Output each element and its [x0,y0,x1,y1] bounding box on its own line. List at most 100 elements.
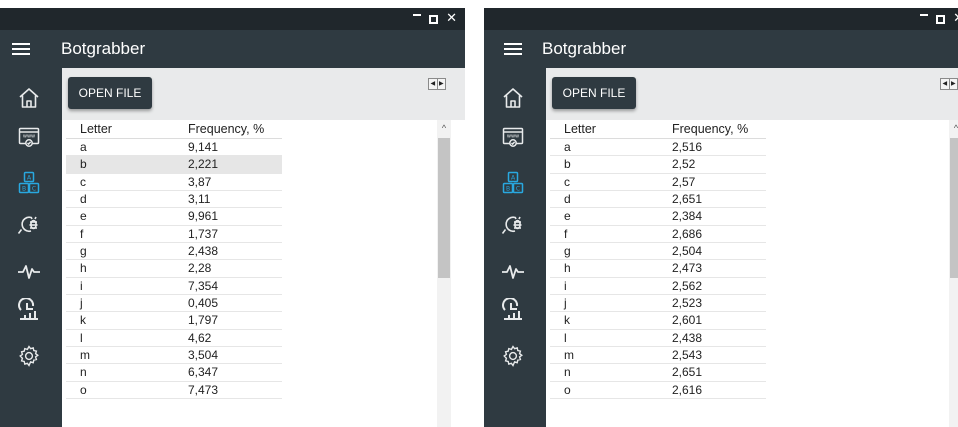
scroll-left-icon[interactable]: ◀ [429,79,437,89]
letter-cell: c [80,174,86,189]
table-row[interactable]: i 2,562 [550,278,766,295]
menu-icon[interactable] [504,38,524,60]
letter-cell: i [564,278,567,293]
table-row[interactable]: h 2,28 [66,260,282,278]
column-header-frequency[interactable]: Frequency, % [672,120,748,138]
letter-cell: e [80,209,87,224]
home-icon[interactable] [498,83,528,113]
scroll-right-icon[interactable]: ▶ [948,79,958,89]
table-row[interactable]: j 0,405 [66,295,282,313]
column-header-letter[interactable]: Letter [564,120,596,138]
vertical-scrollbar[interactable]: ^ [949,120,958,427]
frequency-cell: 2,438 [188,243,219,258]
table-row[interactable]: c 2,57 [550,174,766,191]
table-row[interactable]: m 2,543 [550,347,766,365]
main-content: OPEN FILE ◀ ▶ Letter Frequency, % a 9,141 b 2… [62,68,465,427]
home-icon[interactable] [14,83,44,113]
table-row[interactable]: a 2,516 [550,139,766,157]
frequency-table: Letter Frequency, % a 2,516 b 2,52 c 2,57 d 2,651… [550,120,766,399]
bug-search-icon[interactable] [14,210,44,240]
blocks-icon[interactable]: ABC [498,168,528,198]
open-file-button[interactable]: OPEN FILE [68,77,152,109]
toolbar: OPEN FILE ◀ ▶ [546,68,958,120]
frequency-cell: 2,562 [672,278,703,293]
web-page-icon[interactable]: www [14,122,44,152]
frequency-cell: 0,405 [188,295,219,310]
close-icon[interactable]: ✕ [953,10,958,28]
web-page-icon[interactable]: www [498,122,528,152]
maximize-icon[interactable] [429,14,439,24]
frequency-table: Letter Frequency, % a 9,141 b 2,221 c 3,87 d 3,11… [66,120,282,399]
table-row[interactable]: l 2,438 [550,330,766,347]
blocks-icon[interactable]: ABC [14,168,44,198]
horizontal-scroll-arrows[interactable]: ◀ ▶ [940,78,958,90]
table-row[interactable]: g 2,438 [66,243,282,261]
settings-icon[interactable] [498,341,528,371]
table-row[interactable]: o 2,616 [550,382,766,399]
title-bar[interactable]: ✕ [0,8,465,30]
letter-cell: k [80,313,86,328]
frequency-cell: 3,11 [188,191,211,206]
bug-search-icon[interactable] [498,210,528,240]
letter-cell: j [564,295,567,310]
frequency-cell: 2,651 [672,191,703,206]
letter-cell: o [80,382,87,397]
close-icon[interactable]: ✕ [446,10,457,28]
column-header-frequency[interactable]: Frequency, % [188,120,264,138]
table-row[interactable]: l 4,62 [66,330,282,347]
letter-cell: g [564,243,571,258]
pulse-icon[interactable] [14,256,44,286]
frequency-cell: 2,601 [672,313,703,328]
table-row[interactable]: n 2,651 [550,364,766,382]
table-row[interactable]: b 2,52 [550,156,766,174]
table-header: Letter Frequency, % [550,120,766,139]
letter-cell: n [564,365,571,380]
table-row[interactable]: e 9,961 [66,208,282,226]
svg-text:C: C [516,186,520,193]
frequency-cell: 2,57 [672,174,696,189]
title-bar[interactable]: ✕ [484,8,958,30]
open-file-button[interactable]: OPEN FILE [552,77,636,109]
svg-text:B: B [506,186,510,193]
table-row[interactable]: e 2,384 [550,208,766,226]
letter-cell: j [80,295,83,310]
scroll-up-icon[interactable]: ^ [949,123,958,135]
table-row[interactable]: b 2,221 [66,156,282,174]
scroll-left-icon[interactable]: ◀ [941,79,949,89]
table-row[interactable]: m 3,504 [66,347,282,365]
frequency-cell: 9,141 [188,140,219,154]
letter-cell: a [564,140,571,154]
scrollbar-thumb[interactable] [950,138,958,278]
statistics-icon[interactable] [14,296,44,326]
table-row[interactable]: o 7,473 [66,382,282,399]
table-row[interactable]: i 7,354 [66,278,282,295]
table-row[interactable]: a 9,141 [66,139,282,157]
table-row[interactable]: d 3,11 [66,191,282,209]
scroll-right-icon[interactable]: ▶ [436,79,446,89]
column-header-letter[interactable]: Letter [80,120,112,138]
scroll-up-icon[interactable]: ^ [437,123,451,135]
menu-icon[interactable] [12,38,32,60]
toolbar: OPEN FILE ◀ ▶ [62,68,465,120]
horizontal-scroll-arrows[interactable]: ◀ ▶ [428,78,446,90]
table-row[interactable]: d 2,651 [550,191,766,209]
table-row[interactable]: g 2,504 [550,243,766,261]
table-row[interactable]: n 6,347 [66,364,282,382]
table-row[interactable]: j 2,523 [550,295,766,313]
table-row[interactable]: h 2,473 [550,260,766,278]
maximize-icon[interactable] [936,14,946,24]
pulse-icon[interactable] [498,256,528,286]
letter-cell: b [564,157,571,172]
table-row[interactable]: f 1,737 [66,226,282,243]
vertical-scrollbar[interactable]: ^ [437,120,451,427]
settings-icon[interactable] [14,341,44,371]
table-row[interactable]: f 2,686 [550,226,766,243]
table-row[interactable]: k 2,601 [550,312,766,330]
frequency-cell: 7,354 [188,278,219,293]
statistics-icon[interactable] [498,296,528,326]
letter-cell: n [80,365,87,380]
sidebar: www A B C [0,68,62,427]
table-row[interactable]: k 1,797 [66,312,282,330]
scrollbar-thumb[interactable] [438,138,450,278]
table-row[interactable]: c 3,87 [66,174,282,191]
